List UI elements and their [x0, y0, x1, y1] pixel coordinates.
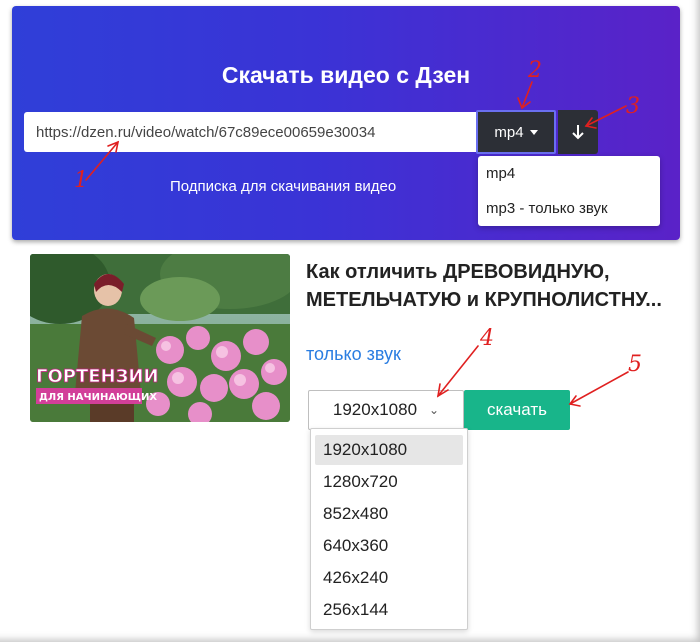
annotation-number-2: 2 — [528, 58, 542, 83]
annotation-number-4: 4 — [480, 326, 494, 351]
annotation-number-1: 1 — [74, 168, 88, 193]
annotation-arrows — [85, 81, 629, 407]
annotation-number-5: 5 — [628, 352, 642, 377]
annotation-number-3: 3 — [626, 94, 640, 119]
